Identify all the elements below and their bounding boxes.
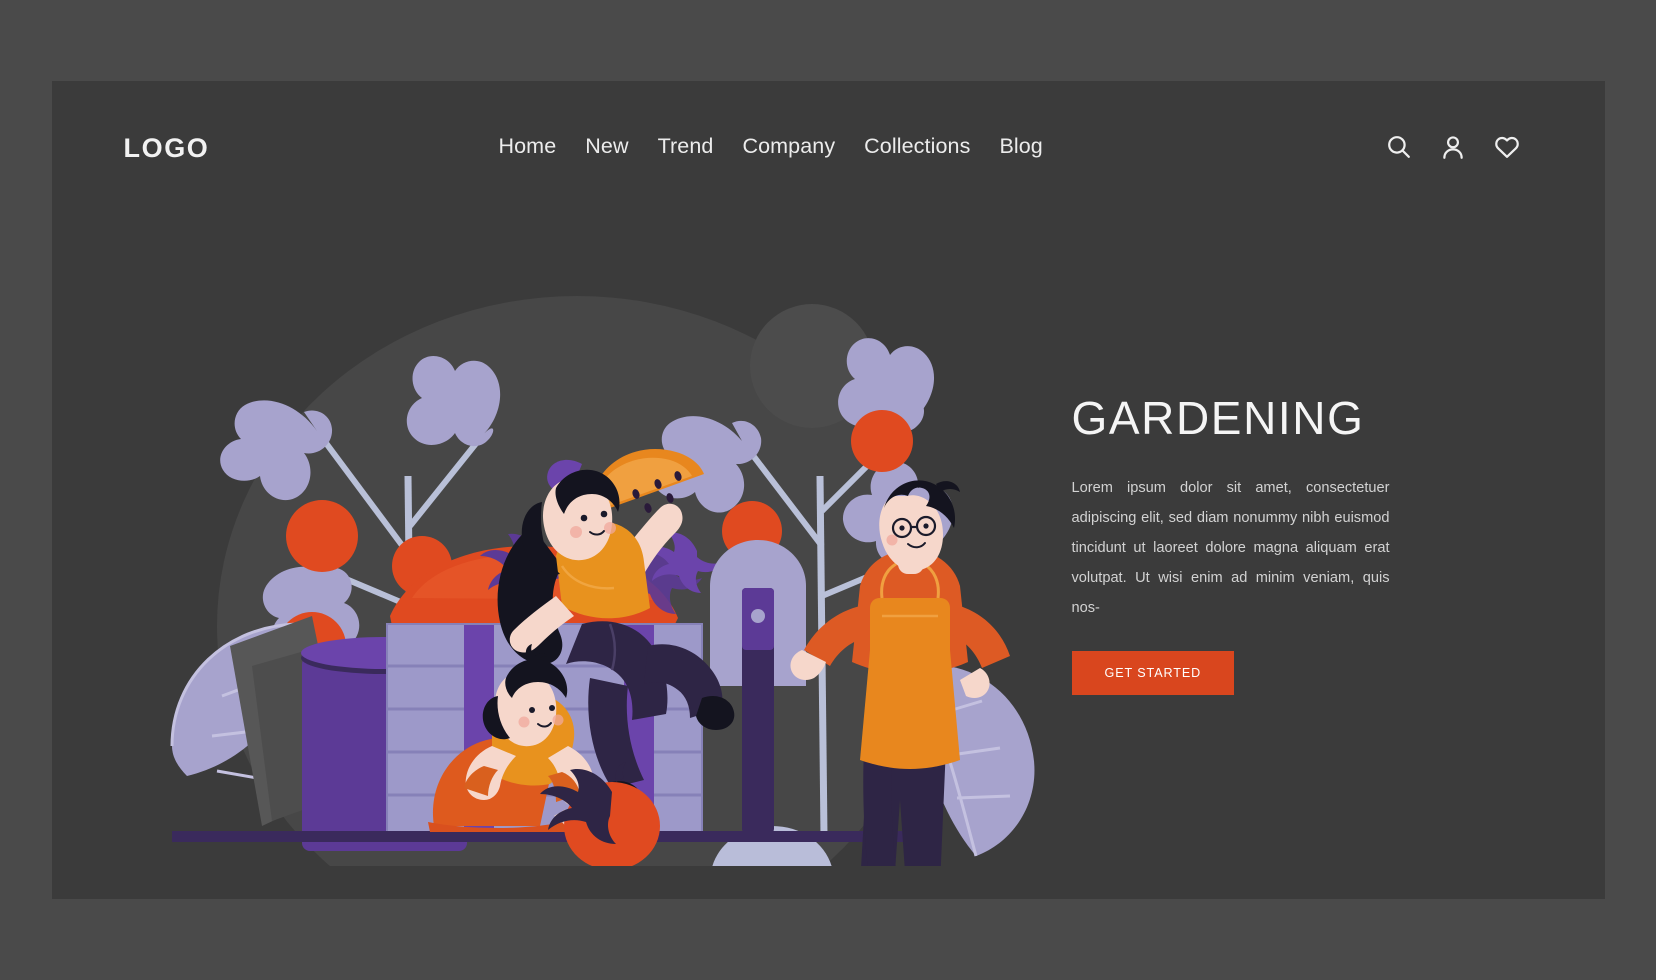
site-header: LOGO Home New Trend Company Collections … [52, 81, 1605, 211]
page-title: GARDENING [1071, 392, 1365, 444]
nav-item-blog[interactable]: Blog [999, 134, 1042, 159]
user-icon[interactable] [1439, 133, 1467, 161]
hair-tuft [935, 481, 960, 492]
gardening-illustration [112, 226, 1042, 866]
main-navigation: Home New Trend Company Collections Blog [499, 134, 1043, 159]
landing-page: LOGO Home New Trend Company Collections … [51, 81, 1605, 899]
get-started-button[interactable]: GET STARTED [1071, 650, 1235, 695]
header-icon-group [1385, 133, 1521, 161]
nav-item-home[interactable]: Home [499, 134, 557, 159]
nav-item-trend[interactable]: Trend [658, 134, 714, 159]
hero-text-block: GARDENING Lorem ipsum dolor sit amet, co… [1071, 391, 1472, 695]
logo[interactable]: LOGO [124, 133, 210, 164]
heart-icon[interactable] [1493, 133, 1521, 161]
nav-item-company[interactable]: Company [742, 134, 835, 159]
search-icon[interactable] [1385, 133, 1413, 161]
nav-item-collections[interactable]: Collections [864, 134, 970, 159]
hero-paragraph: Lorem ipsum dolor sit amet, consectetuer… [1071, 480, 1390, 616]
tomato [285, 500, 358, 572]
tomato [850, 410, 913, 472]
ground [171, 831, 932, 842]
nav-item-new[interactable]: New [585, 134, 628, 159]
